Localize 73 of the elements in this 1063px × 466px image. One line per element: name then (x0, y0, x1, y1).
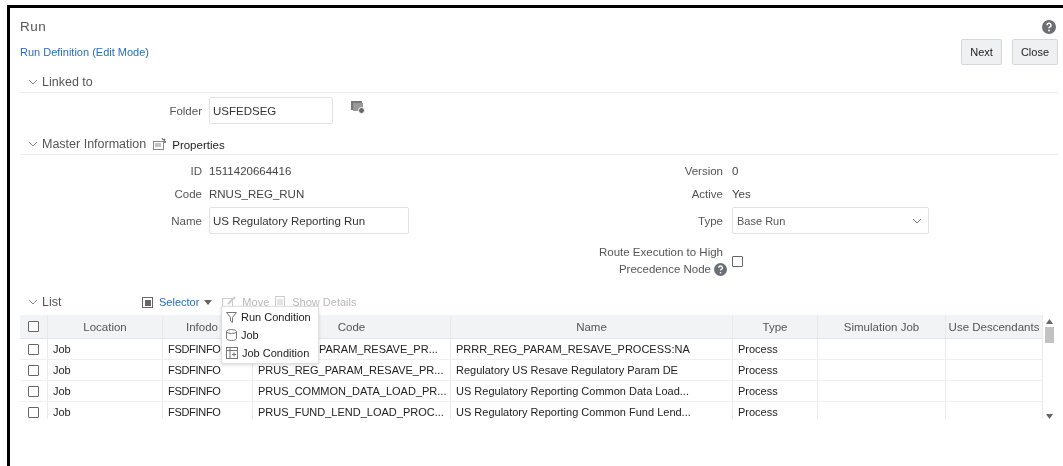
table-cell: Process (738, 385, 778, 397)
table-cell: Job (53, 364, 71, 376)
field-label: Type (697, 214, 724, 227)
database-icon (226, 329, 237, 341)
action-button[interactable]: Close (1011, 39, 1058, 65)
help-icon[interactable] (1042, 19, 1056, 34)
help-icon[interactable] (714, 263, 727, 276)
table-cell: PARAM_RESAVE_PR... (319, 343, 438, 355)
caret-icon[interactable] (204, 299, 213, 305)
chevron-icon[interactable] (28, 298, 38, 306)
folder-field[interactable]: USFEDSEG (209, 97, 333, 124)
section-title: Master Information (42, 136, 147, 151)
field-label: Version (683, 164, 724, 177)
column-header[interactable]: Type (733, 315, 818, 338)
name-field[interactable]: US Regulatory Reporting Run (209, 207, 409, 234)
field-value: RNUS_REG_RUN (209, 187, 305, 200)
column-header[interactable]: Simulation Job (818, 315, 946, 338)
type-select[interactable]: Base Run (732, 207, 929, 234)
field-value: Yes (732, 187, 751, 200)
section-title: Linked to (42, 75, 93, 89)
field-value: 1511420664416 (209, 164, 292, 177)
selector-icon[interactable] (142, 296, 153, 308)
field-label: Precedence Node (618, 262, 711, 277)
field-label: Active (690, 187, 724, 200)
menu-item[interactable]: Job Condition (222, 344, 318, 362)
scroll-thumb[interactable] (1045, 327, 1054, 343)
field-value: 0 (732, 164, 739, 177)
table-cell: FSDFINFO (168, 364, 221, 376)
table-cell: Process (738, 343, 778, 355)
table-cell: Job (53, 343, 71, 355)
page-subtitle: Run Definition (Edit Mode) (20, 46, 149, 58)
table-cell: PRRR_REG_PARAM_RESAVE_PROCESS:NA (456, 343, 690, 355)
section-title: List (42, 295, 62, 309)
table-cell: PRUS_REG_PARAM_RESAVE_PR... (258, 364, 444, 376)
chevron-down-icon[interactable] (912, 217, 922, 224)
table-cell: PRUS_COMMON_DATA_LOAD_PR... (258, 385, 447, 397)
checkbox[interactable] (28, 385, 39, 397)
checkbox[interactable] (28, 406, 39, 418)
filter-icon (226, 311, 237, 323)
table-cell: FSDFINFO (168, 385, 221, 397)
table-cell: PRUS_FUND_LEND_LOAD_PROC... (258, 406, 444, 418)
properties-link[interactable]: Properties (172, 139, 225, 151)
table-cell: Regulatory US Resave Regulatory Param DE (456, 364, 678, 376)
folder-browse-icon[interactable] (351, 101, 365, 114)
checkbox[interactable] (28, 343, 39, 355)
chevron-icon[interactable] (28, 78, 38, 86)
scroll-down-icon[interactable] (1046, 414, 1053, 419)
table-cell: Job (53, 385, 71, 397)
table-cell: Process (738, 364, 778, 376)
chevron-icon[interactable] (28, 139, 38, 148)
checkbox[interactable] (28, 364, 39, 376)
column-header[interactable]: Location (48, 315, 163, 338)
field-label: Code (173, 187, 203, 200)
column-header[interactable]: Use Descendants (946, 315, 1043, 338)
field-label: ID (189, 164, 203, 177)
table-cell: FSDFINFO (168, 406, 221, 418)
table-cell: Process (738, 406, 778, 418)
toolbar-button[interactable]: Selector (159, 296, 200, 308)
action-button[interactable]: Next (961, 39, 1002, 65)
field-label: Name (170, 214, 203, 227)
checkbox[interactable] (28, 321, 39, 332)
table-cell: US Regulatory Reporting Common Data Load... (456, 385, 689, 397)
checkbox[interactable] (732, 255, 743, 267)
table-cell: Job (53, 406, 71, 418)
scroll-up-icon[interactable] (1046, 319, 1053, 324)
table-icon (226, 347, 238, 359)
table-cell: FSDFINFO (168, 343, 221, 355)
window-title: Run (20, 19, 47, 34)
table-cell: US Regulatory Reporting Common Fund Lend... (456, 406, 691, 418)
edit-properties-icon[interactable] (153, 137, 168, 150)
field-label: Route Execution to High (598, 245, 723, 260)
column-header[interactable]: Name (451, 315, 733, 338)
field-label: Folder (168, 104, 203, 117)
